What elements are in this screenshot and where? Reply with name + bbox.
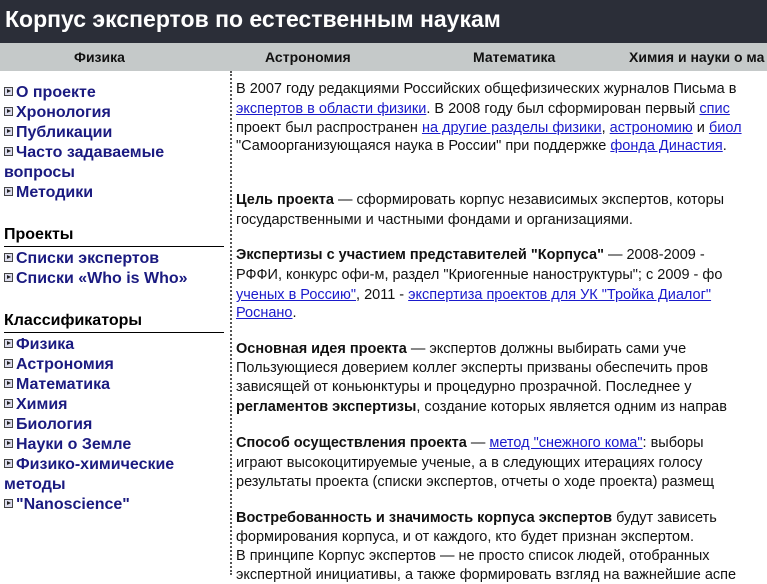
sidebar-item-mathematics[interactable]: Математика — [4, 375, 110, 395]
text-line: играют высокоцитируемые ученые, а в след… — [236, 455, 703, 471]
classifiers-heading: Классификаторы — [4, 311, 224, 333]
arrow-bullet-icon — [4, 253, 13, 262]
sidebar-item-faq-cont[interactable]: вопросы — [4, 163, 75, 183]
arrow-bullet-icon — [4, 107, 13, 116]
sidebar-item-nanoscience[interactable]: "Nanoscience" — [4, 495, 130, 515]
sidebar-item-expert-lists[interactable]: Списки экспертов — [4, 249, 159, 269]
sidebar-item-physchem-cont[interactable]: методы — [4, 475, 66, 495]
arrow-bullet-icon — [4, 273, 13, 282]
arrow-bullet-icon — [4, 419, 13, 428]
sidebar-item-faq[interactable]: Часто задаваемые — [4, 143, 164, 163]
sidebar: О проекте Хронология Публикации Часто за… — [0, 71, 229, 575]
arrow-bullet-icon — [4, 379, 13, 388]
text-line: В принципе Корпус экспертов — не просто … — [236, 548, 710, 564]
arrow-bullet-icon — [4, 499, 13, 508]
text-line: ученых в Россию", 2011 - экспертиза прое… — [236, 287, 712, 303]
text-line: регламентов экспертизы, создание которых… — [236, 399, 727, 415]
text-line: Способ осуществления проекта — метод "сн… — [236, 435, 704, 451]
text-line: государственными и частными фондами и ор… — [236, 212, 633, 228]
site-title: Корпус экспертов по естественным наукам — [5, 6, 501, 32]
link-physics-experts[interactable]: экспертов в области физики — [236, 101, 426, 117]
arrow-bullet-icon — [4, 459, 13, 468]
column-divider — [230, 71, 232, 575]
sidebar-item-chemistry[interactable]: Химия — [4, 395, 68, 415]
sidebar-item-publications[interactable]: Публикации — [4, 123, 112, 143]
arrow-bullet-icon — [4, 147, 13, 156]
sidebar-item-methods[interactable]: Методики — [4, 183, 93, 203]
sidebar-item-biology[interactable]: Биология — [4, 415, 92, 435]
link-scientists-russia[interactable]: ученых в Россию" — [236, 287, 356, 303]
arrow-bullet-icon — [4, 439, 13, 448]
link-other-physics[interactable]: на другие разделы физики — [422, 120, 602, 136]
arrow-bullet-icon — [4, 187, 13, 196]
text-line: формирования корпуса, и от каждого, кто … — [236, 529, 695, 545]
sidebar-item-physchem[interactable]: Физико-химические — [4, 455, 174, 475]
arrow-bullet-icon — [4, 87, 13, 96]
text-line: Востребованность и значимость корпуса эк… — [236, 510, 717, 526]
link-snowball-method[interactable]: метод "снежного кома" — [489, 435, 642, 451]
link-troika-dialog[interactable]: экспертиза проектов для УК "Тройка Диало… — [408, 287, 711, 303]
arrow-bullet-icon — [4, 399, 13, 408]
text-line: "Самоорганизующаяся наука в России" при … — [236, 138, 727, 154]
link-dynasty-fund[interactable]: фонда Династия — [610, 138, 722, 154]
tab-chemistry[interactable]: Химия и науки о ма — [629, 49, 764, 65]
tab-mathematics[interactable]: Математика — [473, 49, 555, 65]
main-content: В 2007 году редакциями Российских общефи… — [236, 71, 767, 583]
link-list[interactable]: спис — [699, 101, 729, 117]
sidebar-item-chronology[interactable]: Хронология — [4, 103, 111, 123]
sidebar-item-earth-sciences[interactable]: Науки о Земле — [4, 435, 131, 455]
projects-heading: Проекты — [4, 225, 224, 247]
tab-physics[interactable]: Физика — [74, 49, 125, 65]
text-line: Пользующиеся доверием коллег эксперты пр… — [236, 360, 709, 376]
sidebar-item-about[interactable]: О проекте — [4, 83, 96, 103]
arrow-bullet-icon — [4, 127, 13, 136]
arrow-bullet-icon — [4, 339, 13, 348]
link-astronomy[interactable]: астрономию — [610, 120, 693, 136]
sidebar-item-astronomy[interactable]: Астрономия — [4, 355, 114, 375]
tab-astronomy[interactable]: Астрономия — [265, 49, 351, 65]
text-line: проект был распространен на другие разде… — [236, 120, 742, 136]
text-line: Роснано. — [236, 305, 297, 321]
sidebar-item-who-is-who[interactable]: Списки «Who is Who» — [4, 269, 188, 289]
text-line: зависящей от коньюнктуры и процедурно пр… — [236, 379, 692, 395]
text-line: результаты проекта (списки экспертов, от… — [236, 474, 715, 490]
text-line: экспертной инициативы, а также формирова… — [236, 567, 737, 583]
arrow-bullet-icon — [4, 359, 13, 368]
text-line: Экспертизы с участием представителей "Ко… — [236, 247, 705, 263]
text-line: В 2007 году редакциями Российских общефи… — [236, 81, 737, 97]
link-rosnano[interactable]: Роснано — [236, 305, 293, 321]
sidebar-item-physics[interactable]: Физика — [4, 335, 74, 355]
text-line: РФФИ, конкурс офи-м, раздел "Криогенные … — [236, 267, 723, 283]
top-nav: Физика Астрономия Математика Химия и нау… — [0, 43, 767, 71]
text-line: Цель проекта — сформировать корпус незав… — [236, 192, 725, 208]
text-line: Основная идея проекта — экспертов должны… — [236, 341, 687, 357]
text-line: экспертов в области физики. В 2008 году … — [236, 101, 730, 117]
site-header: Корпус экспертов по естественным наукам — [0, 0, 767, 43]
link-biology[interactable]: биол — [709, 120, 742, 136]
